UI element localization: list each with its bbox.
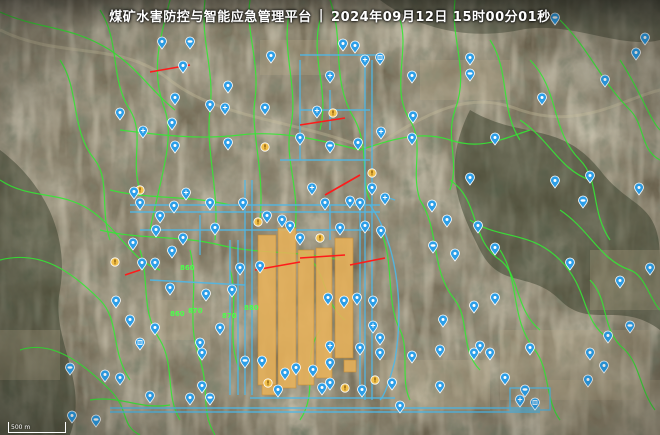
platform-title-bar: 煤矿水害防控与智能应急管理平台 | 2024年09月12日 15时00分01秒 xyxy=(0,0,660,30)
scale-bar-label: 500 m xyxy=(11,424,31,431)
map-vignette xyxy=(0,0,660,435)
map-viewport[interactable]: 860870870880860 煤矿水害防控与智能应急管理平台 | 2024年0… xyxy=(0,0,660,435)
satellite-map[interactable]: 860870870880860 xyxy=(0,0,660,435)
scale-bar: 500 m xyxy=(8,422,66,433)
current-datetime: 2024年09月12日 15时00分01秒 xyxy=(331,9,551,25)
platform-name: 煤矿水害防控与智能应急管理平台 xyxy=(109,9,312,25)
title-separator: | xyxy=(318,7,325,23)
